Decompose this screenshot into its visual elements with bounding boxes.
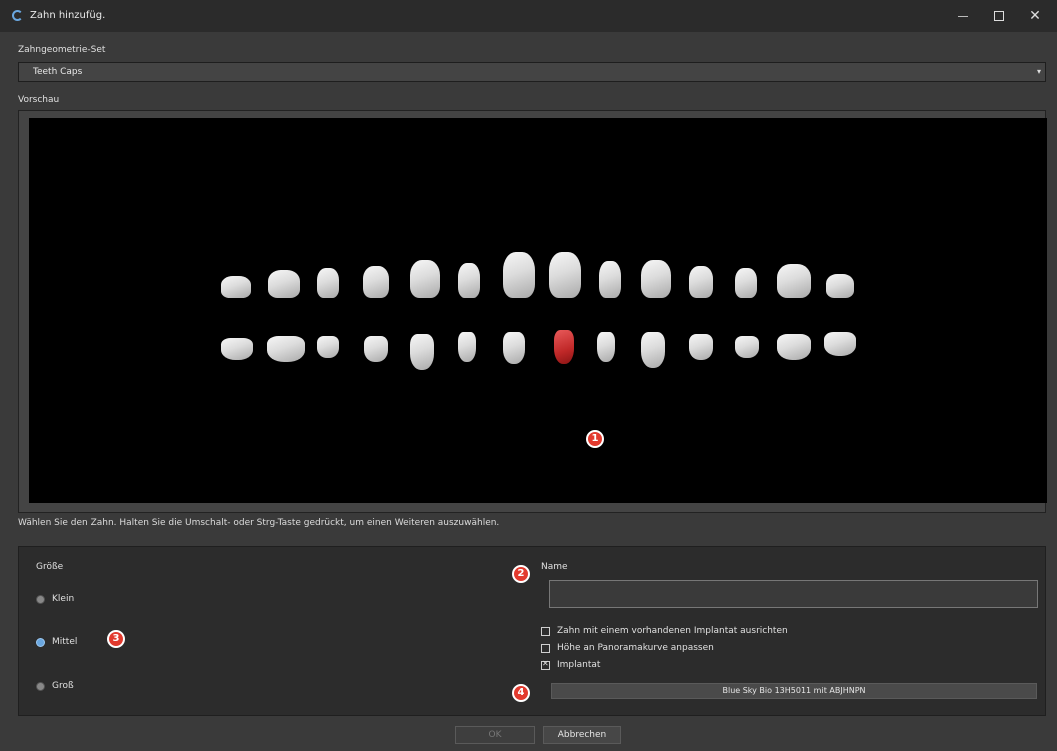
tooth-upper[interactable] [826,274,854,298]
radio-mittel[interactable] [36,638,45,647]
size-label: Größe [36,562,64,572]
size-option-label: Mittel [52,637,78,647]
geometry-set-select[interactable]: Teeth Caps ▾ [18,62,1046,82]
window-title: Zahn hinzufüg. [30,10,106,21]
tooth-upper[interactable] [458,263,480,298]
tooth-lower[interactable] [824,332,856,356]
close-button[interactable]: ✕ [1020,6,1050,26]
tooth-upper[interactable] [641,260,671,298]
tooth-lower[interactable] [410,334,434,370]
cancel-button[interactable]: Abbrechen [543,726,621,744]
tooth-lower[interactable] [364,336,388,362]
tooth-lower[interactable] [777,334,811,360]
tooth-lower[interactable] [735,336,759,358]
selection-hint: Wählen Sie den Zahn. Halten Sie die Umsc… [18,518,500,528]
checkbox-panorama-height[interactable] [541,644,550,653]
tooth-lower[interactable] [597,332,615,362]
radio-gross[interactable] [36,682,45,691]
tooth-upper[interactable] [268,270,300,298]
tooth-upper[interactable] [549,252,581,298]
tooth-upper[interactable] [599,261,621,298]
tooth-upper[interactable] [777,264,811,298]
tooth-upper[interactable] [317,268,339,298]
tooth-upper[interactable] [735,268,757,298]
preview-label: Vorschau [18,95,60,105]
checkbox-align-implant[interactable] [541,627,550,636]
tooth-lower[interactable] [503,332,525,364]
radio-klein[interactable] [36,595,45,604]
tooth-upper[interactable] [221,276,251,298]
minimize-button[interactable] [948,6,978,26]
option-label: Höhe an Panoramakurve anpassen [557,643,714,653]
app-icon [12,10,23,21]
tooth-upper[interactable] [689,266,713,298]
marker-3: 3 [107,630,125,648]
geometry-set-label: Zahngeometrie-Set [18,45,106,55]
tooth-lower-selected[interactable] [554,330,574,364]
tooth-lower[interactable] [221,338,253,360]
preview-viewport[interactable] [29,118,1047,503]
maximize-button[interactable] [984,6,1014,26]
ok-button[interactable]: OK [455,726,535,744]
tooth-upper[interactable] [363,266,389,298]
name-label: Name [541,562,568,572]
chevron-down-icon: ▾ [1036,67,1041,76]
implant-select-button[interactable]: Blue Sky Bio 13H5011 mit ABJHNPN [551,683,1037,699]
tooth-upper[interactable] [503,252,535,298]
size-option-label: Groß [52,681,74,691]
tooth-lower[interactable] [317,336,339,358]
marker-2: 2 [512,565,530,583]
tooth-lower[interactable] [689,334,713,360]
checkbox-implant[interactable] [541,659,550,670]
geometry-set-value: Teeth Caps [33,67,83,77]
title-bar: Zahn hinzufüg. ✕ [0,0,1057,32]
tooth-lower[interactable] [267,336,305,362]
size-option-label: Klein [52,594,75,604]
marker-4: 4 [512,684,530,702]
marker-1: 1 [586,430,604,448]
tooth-lower[interactable] [641,332,665,368]
tooth-upper[interactable] [410,260,440,298]
option-label: Implantat [557,660,601,670]
tooth-lower[interactable] [458,332,476,362]
name-input[interactable] [549,580,1038,608]
option-label: Zahn mit einem vorhandenen Implantat aus… [557,626,788,636]
